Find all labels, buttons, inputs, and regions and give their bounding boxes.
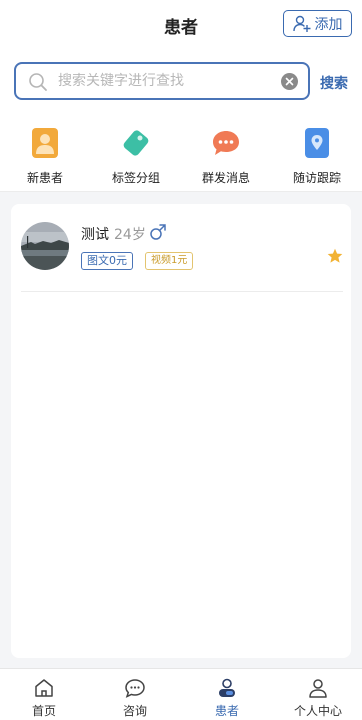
quick-actions: 新患者 标签分组 群发消息 随访跟踪: [0, 114, 362, 192]
home-icon: [35, 679, 53, 697]
profile-icon: [309, 679, 327, 698]
male-icon: [150, 224, 166, 240]
quick-action-follow-up[interactable]: 随访跟踪: [281, 128, 353, 186]
tab-label: 首页: [31, 704, 56, 718]
patient-age: 24岁: [114, 227, 146, 243]
chat-bubble-icon: [213, 131, 239, 155]
patient-name: 测试: [81, 227, 109, 243]
quick-action-group-message[interactable]: 群发消息: [190, 128, 262, 186]
search-bar: 搜索: [0, 48, 362, 114]
quick-action-label: 群发消息: [201, 171, 250, 185]
star-icon[interactable]: [327, 248, 343, 264]
quick-action-tags[interactable]: 标签分组: [100, 128, 172, 186]
quick-action-new-patient[interactable]: 新患者: [9, 128, 81, 186]
quick-action-label: 标签分组: [111, 171, 160, 185]
tab-label: 个人中心: [293, 704, 342, 718]
tab-patients[interactable]: 患者: [192, 677, 262, 719]
message-icon: [125, 679, 145, 698]
patient-list-item[interactable]: 测试 24岁 图文0元 视频1元: [21, 222, 343, 292]
add-patient-button[interactable]: 添加: [283, 10, 352, 37]
tab-profile[interactable]: 个人中心: [283, 677, 353, 719]
quick-action-label: 新患者: [26, 171, 63, 185]
search-input[interactable]: [58, 70, 268, 92]
consult-price-tag: 图文0元: [81, 252, 133, 270]
patient-list: 测试 24岁 图文0元 视频1元: [11, 204, 351, 658]
location-pin-icon: [305, 128, 329, 158]
bottom-tab-bar: 首页 咨询 患者 个人中心: [0, 668, 362, 720]
top-bar: 患者 添加: [0, 0, 362, 48]
quick-action-label: 随访跟踪: [292, 171, 341, 185]
new-patient-icon: [32, 128, 58, 158]
search-button[interactable]: 搜索: [320, 73, 348, 93]
add-user-icon: [292, 15, 310, 32]
tab-home[interactable]: 首页: [9, 677, 79, 719]
avatar: [21, 222, 69, 270]
tag-icon: [123, 130, 149, 156]
tab-consult[interactable]: 咨询: [100, 677, 170, 719]
search-icon: [29, 73, 47, 91]
tab-label: 患者: [214, 704, 239, 718]
clear-icon[interactable]: [281, 73, 298, 90]
tab-label: 咨询: [122, 704, 147, 718]
add-button-label: 添加: [314, 16, 343, 33]
patient-icon: [219, 678, 235, 697]
video-price-tag: 视频1元: [145, 252, 194, 270]
search-box[interactable]: [14, 62, 310, 100]
